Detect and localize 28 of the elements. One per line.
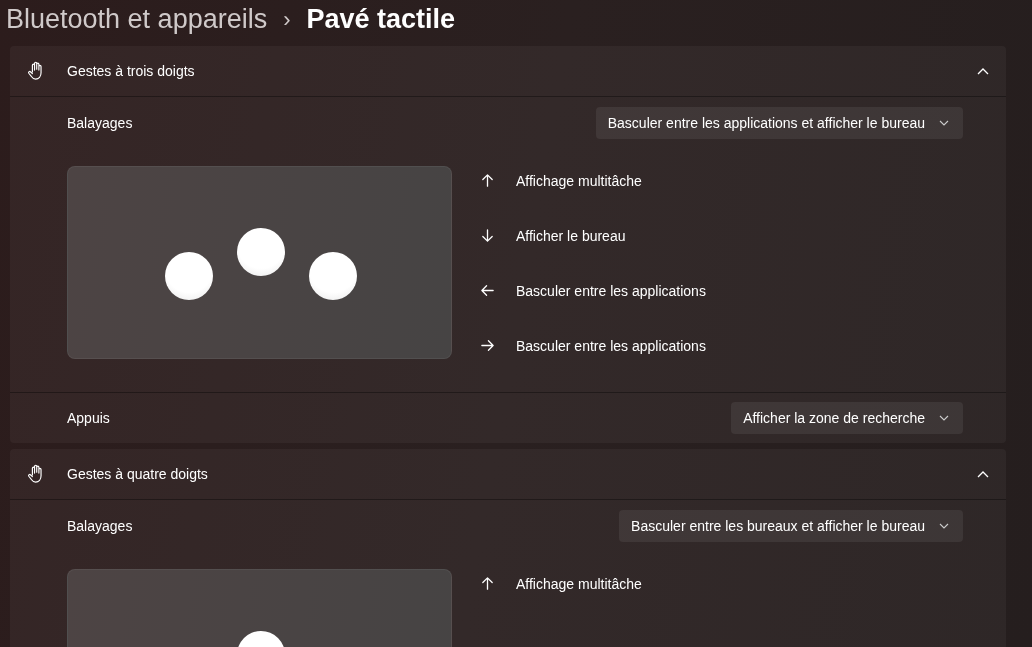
gesture-action: Afficher le bureau — [516, 227, 626, 244]
arrow-icon — [480, 283, 495, 298]
setting-label: Balayages — [67, 517, 133, 534]
arrow-icon — [480, 173, 495, 188]
chevron-down-icon — [939, 415, 949, 421]
section-header[interactable]: Gestes à quatre doigts — [10, 449, 1006, 500]
breadcrumb-parent[interactable]: Bluetooth et appareils — [6, 4, 268, 35]
chevron-down-icon — [939, 522, 949, 529]
arrow-icon — [480, 576, 495, 591]
setting-label: Appuis — [67, 410, 110, 426]
chevron-up-icon — [977, 67, 989, 75]
section-header[interactable]: Gestes à trois doigts — [10, 46, 1006, 97]
page-title: Pavé tactile — [306, 4, 456, 35]
arrow-icon — [480, 228, 495, 243]
gesture-action: Affichage multitâche — [516, 172, 642, 189]
gesture-action: Basculer entre les applications — [516, 282, 706, 299]
dropdown[interactable]: Basculer entre les bureaux et afficher le bureau — [619, 509, 963, 542]
hand-icon — [27, 61, 45, 81]
setting-label: Balayages — [67, 114, 133, 131]
gesture-action: Affichage multitâche — [516, 575, 642, 592]
breadcrumb-separator: › — [283, 6, 291, 33]
hand-icon — [27, 464, 45, 484]
chevron-up-icon — [977, 470, 989, 478]
chevron-down-icon — [939, 119, 949, 126]
gesture-action: Basculer entre les applications — [516, 337, 706, 354]
dropdown[interactable]: Afficher la zone de recherche — [731, 402, 963, 434]
dropdown[interactable]: Basculer entre les applications et afficher le bureau — [595, 106, 963, 139]
arrow-icon — [480, 338, 495, 353]
